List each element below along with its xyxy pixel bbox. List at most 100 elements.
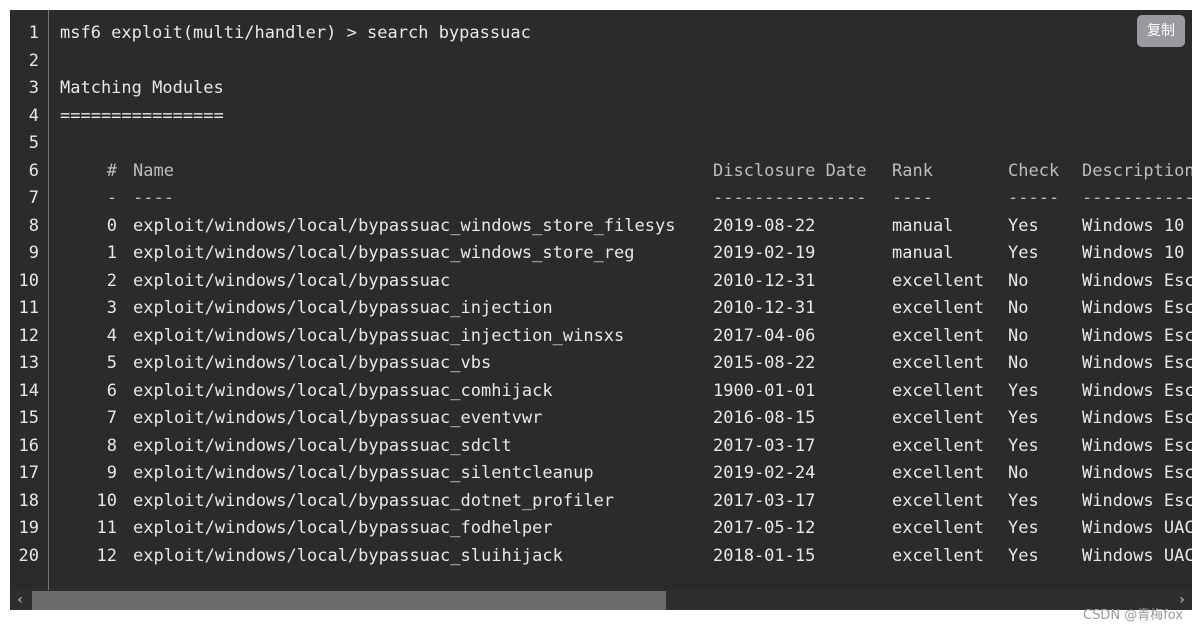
scroll-left-icon[interactable]: ‹ — [10, 590, 30, 610]
module-index: 5 — [106, 353, 117, 373]
module-description: Windows Esc — [1082, 353, 1192, 373]
table-header-row: 6 # Name Disclosure Date Rank Check Descriptio… — [10, 158, 1192, 185]
module-index: 2 — [106, 270, 117, 291]
watermark: CSDN @青梅fox — [1083, 608, 1184, 623]
module-name: exploit/windows/local/bypassuac_sdclt — [133, 435, 512, 456]
disclosure-date: 2010-12-31 — [713, 298, 816, 318]
module-check: Yes — [1008, 243, 1039, 263]
module-name: ---- — [133, 188, 174, 208]
disclosure-date: 2010-12-31 — [713, 270, 816, 291]
module-index: 11 — [96, 518, 117, 538]
module-description: Windows Esc — [1082, 435, 1192, 456]
disclosure-date: 2015-08-22 — [713, 353, 816, 373]
module-rank: excellent — [892, 353, 985, 373]
terminal-output[interactable]: 1 msf6 exploit(multi/handler) > search by… — [10, 10, 1192, 590]
module-index: 7 — [106, 408, 117, 428]
module-index: # — [106, 160, 117, 181]
module-rank: excellent — [892, 435, 985, 456]
output-heading: 3 Matching Modules — [10, 75, 1192, 102]
module-description: Windows Esc — [1082, 380, 1192, 401]
module-rank: excellent — [892, 463, 985, 483]
line-number: 12 — [18, 325, 39, 346]
module-check: Check — [1008, 160, 1060, 181]
horizontal-scrollbar[interactable]: ‹ › — [10, 590, 1192, 610]
module-rank: excellent — [892, 545, 985, 566]
module-index: 0 — [106, 215, 117, 236]
line-number: 7 — [28, 188, 39, 208]
table-row: 17 9 exploit/windows/local/bypassuac_silen… — [10, 460, 1192, 487]
module-index: 4 — [106, 325, 117, 346]
module-rank: manual — [892, 243, 954, 263]
module-check: Yes — [1008, 518, 1039, 538]
code-block: 1 msf6 exploit(multi/handler) > search by… — [10, 10, 1192, 610]
module-description: Windows Esc — [1082, 325, 1192, 346]
line-number: 13 — [18, 353, 39, 373]
table-row: 9 1 exploit/windows/local/bypassuac_window… — [10, 240, 1192, 267]
module-description: Windows UAC — [1082, 518, 1192, 538]
table-row: 13 5 exploit/windows/local/bypassuac_vbs 20… — [10, 350, 1192, 377]
module-rank: manual — [892, 215, 954, 236]
command-line: 1 msf6 exploit(multi/handler) > search by… — [10, 20, 1192, 47]
disclosure-date: 1900-01-01 — [713, 380, 816, 401]
module-description: Windows Esc — [1082, 408, 1192, 428]
module-name: exploit/windows/local/bypassuac_windows_… — [133, 215, 676, 236]
line-number: 6 — [28, 160, 39, 181]
module-index: 12 — [96, 545, 117, 566]
scrollbar-thumb[interactable] — [32, 591, 666, 610]
line-number: 2 — [28, 50, 39, 71]
module-check: No — [1008, 325, 1029, 346]
disclosure-date: 2019-02-19 — [713, 243, 816, 263]
line-number: 4 — [28, 105, 39, 126]
module-description: Windows 10 — [1082, 215, 1185, 236]
copy-button[interactable]: 复制 — [1137, 15, 1185, 47]
command-line-text: msf6 exploit(multi/handler) > search byp… — [60, 23, 531, 43]
module-name: exploit/windows/local/bypassuac_comhijac… — [133, 380, 553, 401]
line-number: 8 — [28, 215, 39, 236]
module-rank: excellent — [892, 325, 985, 346]
module-name: exploit/windows/local/bypassuac_fodhelpe… — [133, 518, 553, 538]
module-description: Windows 10 — [1082, 243, 1185, 263]
module-name: exploit/windows/local/bypassuac — [133, 270, 451, 291]
module-rank: excellent — [892, 518, 985, 538]
table-row: 18 10 exploit/windows/local/bypassuac_dotn… — [10, 488, 1192, 515]
line-number: 11 — [18, 298, 39, 318]
table-separator-row: 7- ---- --------------- ---- ----- ----------… — [10, 185, 1192, 212]
table-row: 16 8 exploit/windows/local/bypassuac_sdclt… — [10, 433, 1192, 460]
module-name: exploit/windows/local/bypassuac_silentcl… — [133, 463, 594, 483]
line-number: 16 — [18, 435, 39, 456]
module-check: Yes — [1008, 215, 1039, 236]
table-row: 19 11 exploit/windows/local/bypassuac_fodh… — [10, 515, 1192, 542]
module-rank: ---- — [892, 188, 933, 208]
table-row: 8 0 exploit/windows/local/bypassuac_window… — [10, 213, 1192, 240]
table-row: 11 3 exploit/windows/local/bypassuac_injec… — [10, 295, 1192, 322]
disclosure-date: 2017-03-17 — [713, 435, 816, 456]
line-number: 3 — [28, 78, 39, 98]
module-index: - — [106, 188, 117, 208]
module-check: No — [1008, 298, 1029, 318]
module-check: Yes — [1008, 408, 1039, 428]
module-description: Windows Esc — [1082, 270, 1192, 291]
disclosure-date: 2019-02-24 — [713, 463, 816, 483]
disclosure-date: Disclosure Date — [713, 160, 867, 181]
module-description: Windows UAC — [1082, 545, 1192, 566]
output-heading-text: Matching Modules — [60, 78, 224, 98]
table-row: 14 6 exploit/windows/local/bypassuac_comhi… — [10, 378, 1192, 405]
heading-underline: 4 ================ — [10, 103, 1192, 130]
module-check: Yes — [1008, 380, 1039, 401]
table-row: 12 4 exploit/windows/local/bypassuac_injec… — [10, 323, 1192, 350]
module-index: 9 — [106, 463, 117, 483]
module-description: Windows Esc — [1082, 298, 1192, 318]
module-index: 6 — [106, 380, 117, 401]
table-row: 20 12 exploit/windows/local/bypassuac_slui… — [10, 543, 1192, 570]
disclosure-date: 2016-08-15 — [713, 408, 816, 428]
line-number: 20 — [18, 545, 39, 566]
module-check: No — [1008, 353, 1029, 373]
line-number: 18 — [18, 490, 39, 511]
line-number: 17 — [18, 463, 39, 483]
disclosure-date: 2017-04-06 — [713, 325, 816, 346]
module-rank: excellent — [892, 298, 985, 318]
module-check: Yes — [1008, 435, 1039, 456]
module-index: 1 — [106, 243, 117, 263]
module-index: 10 — [96, 490, 117, 511]
module-index: 3 — [106, 298, 117, 318]
